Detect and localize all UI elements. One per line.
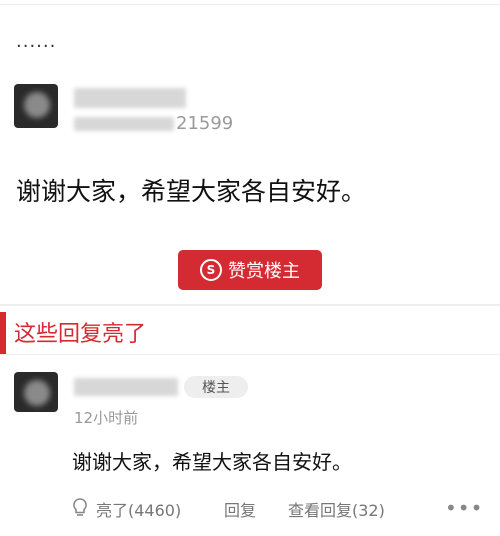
ellipsis-text: ······ bbox=[16, 36, 57, 57]
username-blurred[interactable] bbox=[74, 88, 186, 108]
reply-username-blurred[interactable] bbox=[74, 378, 178, 396]
reply-timestamp: 12小时前 bbox=[74, 409, 139, 427]
section-divider-top bbox=[0, 304, 500, 306]
reply-button[interactable]: 回复 bbox=[224, 497, 256, 521]
view-replies-button[interactable]: 查看回复(32) bbox=[288, 497, 385, 521]
op-badge: 楼主 bbox=[184, 376, 248, 398]
reply-avatar[interactable] bbox=[14, 372, 58, 412]
like-button[interactable]: 亮了(4460) bbox=[96, 497, 181, 521]
reply-content: 谢谢大家，希望大家各自安好。 bbox=[72, 450, 352, 474]
more-options-icon[interactable]: ••• bbox=[445, 496, 483, 520]
reward-op-label: 赞赏楼主 bbox=[228, 261, 300, 282]
reward-op-button[interactable]: S 赞赏楼主 bbox=[178, 250, 322, 290]
coin-icon: S bbox=[200, 259, 222, 281]
section-divider-bottom bbox=[0, 354, 500, 355]
top-divider bbox=[0, 4, 500, 5]
section-title: 这些回复亮了 bbox=[14, 322, 147, 347]
lightbulb-icon[interactable] bbox=[70, 497, 90, 519]
user-id-fragment: 21599 bbox=[176, 113, 234, 134]
section-accent-bar bbox=[0, 312, 6, 354]
avatar[interactable] bbox=[14, 84, 58, 128]
post-content: 谢谢大家，希望大家各自安好。 bbox=[16, 177, 367, 206]
user-meta-blurred bbox=[74, 117, 174, 131]
